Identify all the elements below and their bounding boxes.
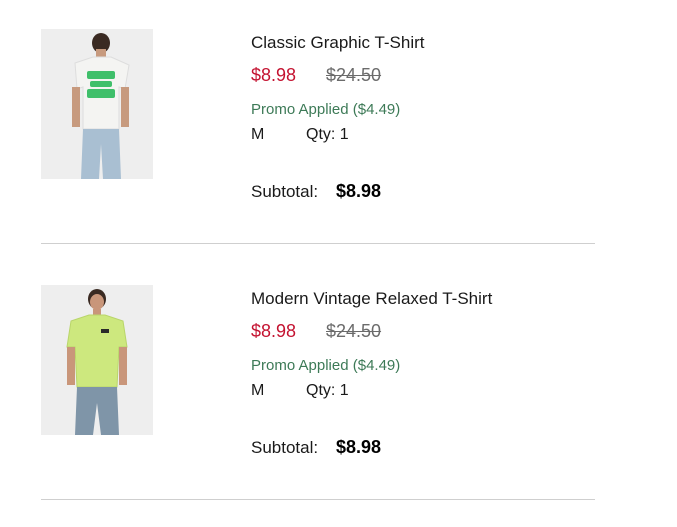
original-price: $24.50 bbox=[326, 321, 382, 341]
original-price: $24.50 bbox=[326, 65, 382, 85]
sale-price: $8.98 bbox=[251, 65, 297, 85]
promo-applied: Promo Applied ($4.49) bbox=[251, 101, 401, 118]
product-image[interactable] bbox=[41, 29, 153, 179]
subtotal-value: $8.98 bbox=[336, 181, 382, 201]
sale-price: $8.98 bbox=[251, 321, 297, 341]
subtotal-label: Subtotal: bbox=[251, 438, 319, 457]
quantity-value: Qty: 1 bbox=[306, 126, 349, 143]
divider bbox=[41, 243, 595, 244]
subtotal-value: $8.98 bbox=[336, 437, 382, 457]
tshirt-photo-icon bbox=[41, 29, 153, 179]
subtotal-label: Subtotal: bbox=[251, 182, 319, 201]
size-value: M bbox=[251, 126, 265, 143]
quantity-value: Qty: 1 bbox=[306, 382, 349, 399]
divider bbox=[41, 499, 595, 500]
size-value: M bbox=[251, 382, 265, 399]
promo-applied: Promo Applied ($4.49) bbox=[251, 357, 401, 374]
product-name[interactable]: Classic Graphic T-Shirt bbox=[251, 32, 425, 54]
product-name[interactable]: Modern Vintage Relaxed T-Shirt bbox=[251, 288, 492, 310]
product-image[interactable] bbox=[41, 285, 153, 435]
tshirt-photo-icon bbox=[41, 285, 153, 435]
